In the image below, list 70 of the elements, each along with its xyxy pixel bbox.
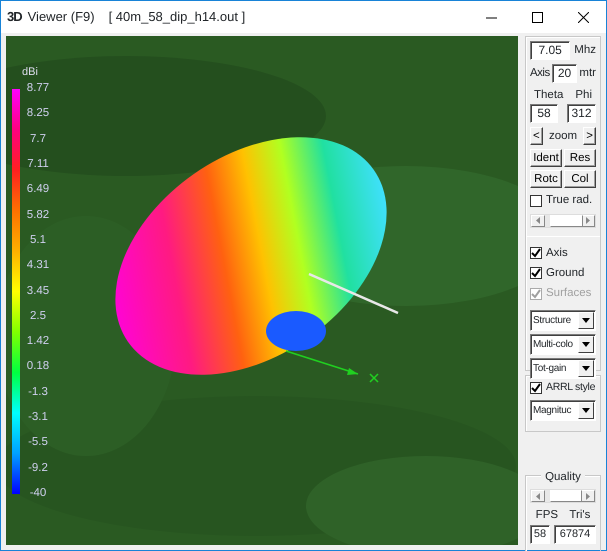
caret-icon — [582, 366, 590, 372]
right-arrow-icon — [586, 217, 590, 224]
legend-label: -5.5 — [27, 435, 49, 450]
frequency-field[interactable]: 7.05 — [530, 41, 570, 60]
legend-label: 7.11 — [26, 156, 50, 171]
checkbox[interactable] — [530, 382, 542, 394]
toolbar-button[interactable]: Ident — [530, 149, 562, 168]
phi-field[interactable]: 312 — [567, 104, 596, 124]
legend-label: 7.7 — [29, 132, 47, 146]
checkbox[interactable] — [530, 267, 542, 280]
axis-field[interactable]: 20 — [552, 64, 578, 83]
dropdown[interactable]: Magnituc — [530, 400, 596, 421]
phi-label: Phi — [575, 88, 592, 103]
dropdown[interactable]: Tot-gain — [530, 358, 596, 380]
scrollbar-slider[interactable] — [530, 489, 596, 504]
fps-field: 58 — [530, 524, 550, 544]
caret-icon — [582, 342, 590, 348]
tris-label: Tri's — [569, 508, 590, 524]
theta-label: Theta — [534, 88, 564, 103]
check-icon — [531, 268, 541, 278]
caret-icon — [582, 408, 590, 413]
toolbar-button[interactable]: Col — [564, 170, 596, 188]
fps-label: FPS — [536, 508, 558, 524]
window-title: Viewer (F9) — [28, 8, 95, 26]
legend-label: -9.2 — [27, 460, 49, 475]
axis-label: Axis — [530, 66, 550, 81]
legend-unit: dBi — [22, 65, 38, 80]
legend-label: 3.45 — [26, 284, 50, 298]
checkbox-label: Surfaces — [546, 286, 592, 301]
legend-label: 4.31 — [26, 258, 50, 272]
scrollbar-slider[interactable] — [530, 214, 596, 228]
unit-label: mtr — [579, 66, 596, 81]
app-icon: 3D — [7, 7, 22, 27]
legend-label: 5.1 — [29, 232, 47, 247]
maximize-icon — [532, 12, 542, 22]
left-arrow-icon — [536, 492, 540, 500]
caret-icon — [582, 318, 590, 324]
legend-label: 1.42 — [26, 334, 50, 348]
toolbar-button[interactable]: Res — [564, 149, 596, 168]
tris-field: 67874 — [554, 524, 596, 544]
close-icon — [578, 12, 588, 22]
zoom-label: zoom — [548, 128, 578, 144]
legend-label: 5.82 — [26, 208, 50, 222]
legend-label: 8.77 — [26, 81, 50, 95]
right-arrow-icon — [586, 492, 590, 500]
zoom-out-button[interactable]: < — [530, 127, 543, 146]
unit-label: Mhz — [574, 42, 596, 58]
checkbox-label: True rad. — [546, 193, 592, 208]
checkbox-label: Axis — [546, 246, 568, 260]
zoom-in-button[interactable]: > — [583, 127, 596, 146]
legend-label: 8.25 — [26, 106, 50, 120]
checkbox-label: ARRL style — [546, 380, 596, 395]
theta-field[interactable]: 58 — [530, 104, 558, 124]
checkbox[interactable] — [530, 247, 542, 260]
legend-label: 0.18 — [26, 359, 50, 374]
left-arrow-icon — [536, 217, 540, 224]
dropdown[interactable]: Structure — [530, 310, 596, 332]
check-icon — [531, 382, 541, 393]
legend-label: 2.5 — [29, 308, 47, 323]
file-name: [ 40m_58_dip_h14.out ] — [108, 8, 246, 26]
check-icon — [531, 248, 541, 258]
legend-label: 6.49 — [26, 182, 50, 196]
dropdown[interactable]: Multi-colo — [530, 334, 596, 356]
check-icon — [531, 288, 541, 299]
legend-label: -40 — [28, 486, 48, 500]
checkbox-label: Ground — [546, 266, 584, 281]
toolbar-button[interactable]: Rotc — [530, 170, 562, 188]
checkbox[interactable] — [530, 194, 542, 207]
legend-label: -1.3 — [27, 384, 49, 399]
legend-label: -3.1 — [27, 410, 49, 424]
